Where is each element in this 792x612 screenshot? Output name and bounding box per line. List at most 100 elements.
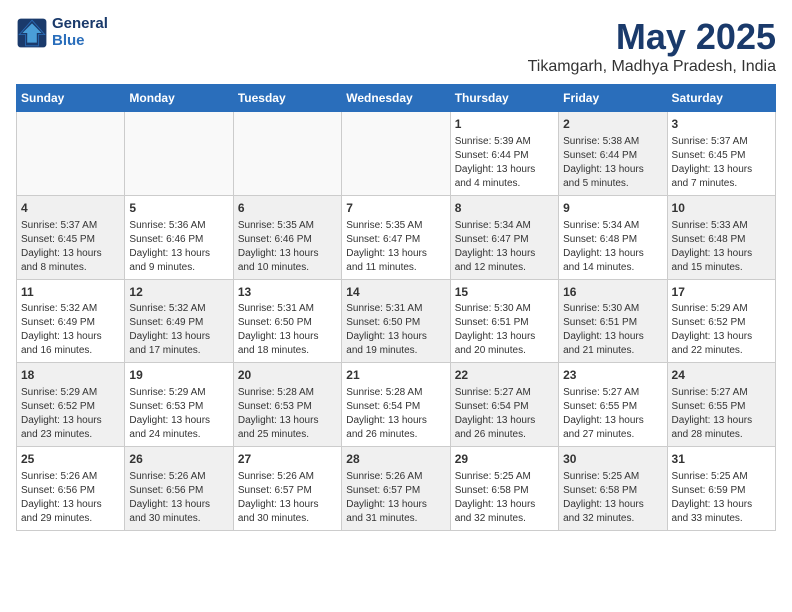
calendar-cell: 18 Sunrise: 5:29 AM Sunset: 6:52 PM Dayli… xyxy=(17,363,125,447)
day-info: Sunrise: 5:27 AM Sunset: 6:54 PM Dayligh… xyxy=(455,386,554,442)
weekday-header-sunday: Sunday xyxy=(17,85,125,112)
calendar-week-4: 18 Sunrise: 5:29 AM Sunset: 6:52 PM Dayli… xyxy=(17,363,776,447)
weekday-header-friday: Friday xyxy=(559,85,667,112)
calendar-cell: 23Sunrise: 5:27 AM Sunset: 6:55 PM Dayli… xyxy=(559,363,667,447)
day-info: Sunrise: 5:37 AM Sunset: 6:45 PM Dayligh… xyxy=(21,219,120,275)
weekday-header-saturday: Saturday xyxy=(667,85,775,112)
calendar-week-5: 25 Sunrise: 5:26 AM Sunset: 6:56 PM Dayli… xyxy=(17,447,776,531)
day-info: Sunrise: 5:35 AM Sunset: 6:46 PM Dayligh… xyxy=(238,219,337,275)
day-number: 4 xyxy=(21,200,120,217)
day-info: Sunrise: 5:34 AM Sunset: 6:47 PM Dayligh… xyxy=(455,219,554,275)
weekday-header-wednesday: Wednesday xyxy=(342,85,450,112)
day-info: Sunrise: 5:28 AM Sunset: 6:54 PM Dayligh… xyxy=(346,386,445,442)
day-info: Sunrise: 5:38 AM Sunset: 6:44 PM Dayligh… xyxy=(563,135,662,191)
calendar-cell: 27Sunrise: 5:26 AM Sunset: 6:57 PM Dayli… xyxy=(233,447,341,531)
day-info: Sunrise: 5:25 AM Sunset: 6:59 PM Dayligh… xyxy=(672,470,771,526)
logo-icon xyxy=(16,17,48,49)
calendar-cell: 2 Sunrise: 5:38 AM Sunset: 6:44 PM Daylig… xyxy=(559,112,667,196)
logo-text: General Blue xyxy=(52,16,108,49)
calendar-cell: 7 Sunrise: 5:35 AM Sunset: 6:47 PM Daylig… xyxy=(342,195,450,279)
day-number: 3 xyxy=(672,116,771,133)
logo: General Blue xyxy=(16,16,108,49)
calendar-cell: 11Sunrise: 5:32 AM Sunset: 6:49 PM Dayli… xyxy=(17,279,125,363)
day-info: Sunrise: 5:29 AM Sunset: 6:52 PM Dayligh… xyxy=(21,386,120,442)
day-number: 26 xyxy=(129,451,228,468)
calendar-cell: 22 Sunrise: 5:27 AM Sunset: 6:54 PM Dayli… xyxy=(450,363,558,447)
day-info: Sunrise: 5:31 AM Sunset: 6:50 PM Dayligh… xyxy=(346,302,445,358)
calendar-cell: 1 Sunrise: 5:39 AM Sunset: 6:44 PM Daylig… xyxy=(450,112,558,196)
day-number: 30 xyxy=(563,451,662,468)
calendar-cell: 5Sunrise: 5:36 AM Sunset: 6:46 PM Daylig… xyxy=(125,195,233,279)
day-number: 6 xyxy=(238,200,337,217)
day-number: 25 xyxy=(21,451,120,468)
day-number: 7 xyxy=(346,200,445,217)
day-info: Sunrise: 5:33 AM Sunset: 6:48 PM Dayligh… xyxy=(672,219,771,275)
calendar-cell: 29 Sunrise: 5:25 AM Sunset: 6:58 PM Dayli… xyxy=(450,447,558,531)
day-info: Sunrise: 5:27 AM Sunset: 6:55 PM Dayligh… xyxy=(672,386,771,442)
calendar-cell: 4 Sunrise: 5:37 AM Sunset: 6:45 PM Daylig… xyxy=(17,195,125,279)
calendar-cell: 14Sunrise: 5:31 AM Sunset: 6:50 PM Dayli… xyxy=(342,279,450,363)
day-number: 19 xyxy=(129,367,228,384)
day-number: 20 xyxy=(238,367,337,384)
day-number: 5 xyxy=(129,200,228,217)
day-number: 8 xyxy=(455,200,554,217)
weekday-header-row: SundayMondayTuesdayWednesdayThursdayFrid… xyxy=(17,85,776,112)
day-number: 15 xyxy=(455,284,554,301)
logo-general: General xyxy=(52,15,108,32)
calendar-cell: 24Sunrise: 5:27 AM Sunset: 6:55 PM Dayli… xyxy=(667,363,775,447)
logo-blue: Blue xyxy=(52,32,85,49)
calendar-cell: 20 Sunrise: 5:28 AM Sunset: 6:53 PM Dayli… xyxy=(233,363,341,447)
day-info: Sunrise: 5:26 AM Sunset: 6:56 PM Dayligh… xyxy=(129,470,228,526)
calendar-cell: 8 Sunrise: 5:34 AM Sunset: 6:47 PM Daylig… xyxy=(450,195,558,279)
day-info: Sunrise: 5:39 AM Sunset: 6:44 PM Dayligh… xyxy=(455,135,554,191)
calendar-table: SundayMondayTuesdayWednesdayThursdayFrid… xyxy=(16,84,776,531)
calendar-cell xyxy=(125,112,233,196)
calendar-cell: 10 Sunrise: 5:33 AM Sunset: 6:48 PM Dayli… xyxy=(667,195,775,279)
day-number: 17 xyxy=(672,284,771,301)
calendar-week-3: 11Sunrise: 5:32 AM Sunset: 6:49 PM Dayli… xyxy=(17,279,776,363)
day-number: 31 xyxy=(672,451,771,468)
weekday-header-monday: Monday xyxy=(125,85,233,112)
day-info: Sunrise: 5:37 AM Sunset: 6:45 PM Dayligh… xyxy=(672,135,771,191)
weekday-header-tuesday: Tuesday xyxy=(233,85,341,112)
day-info: Sunrise: 5:26 AM Sunset: 6:57 PM Dayligh… xyxy=(346,470,445,526)
month-title: May 2025 xyxy=(528,16,776,58)
calendar-cell: 13Sunrise: 5:31 AM Sunset: 6:50 PM Dayli… xyxy=(233,279,341,363)
calendar-cell xyxy=(233,112,341,196)
weekday-header-thursday: Thursday xyxy=(450,85,558,112)
day-info: Sunrise: 5:34 AM Sunset: 6:48 PM Dayligh… xyxy=(563,219,662,275)
calendar-cell: 6 Sunrise: 5:35 AM Sunset: 6:46 PM Daylig… xyxy=(233,195,341,279)
day-number: 13 xyxy=(238,284,337,301)
calendar-week-2: 4 Sunrise: 5:37 AM Sunset: 6:45 PM Daylig… xyxy=(17,195,776,279)
day-info: Sunrise: 5:29 AM Sunset: 6:52 PM Dayligh… xyxy=(672,302,771,358)
day-info: Sunrise: 5:28 AM Sunset: 6:53 PM Dayligh… xyxy=(238,386,337,442)
day-number: 16 xyxy=(563,284,662,301)
day-number: 22 xyxy=(455,367,554,384)
day-number: 14 xyxy=(346,284,445,301)
day-number: 2 xyxy=(563,116,662,133)
calendar-cell: 12Sunrise: 5:32 AM Sunset: 6:49 PM Dayli… xyxy=(125,279,233,363)
day-info: Sunrise: 5:32 AM Sunset: 6:49 PM Dayligh… xyxy=(21,302,120,358)
day-info: Sunrise: 5:26 AM Sunset: 6:56 PM Dayligh… xyxy=(21,470,120,526)
day-info: Sunrise: 5:35 AM Sunset: 6:47 PM Dayligh… xyxy=(346,219,445,275)
calendar-cell: 15Sunrise: 5:30 AM Sunset: 6:51 PM Dayli… xyxy=(450,279,558,363)
day-info: Sunrise: 5:25 AM Sunset: 6:58 PM Dayligh… xyxy=(455,470,554,526)
day-info: Sunrise: 5:29 AM Sunset: 6:53 PM Dayligh… xyxy=(129,386,228,442)
day-number: 11 xyxy=(21,284,120,301)
calendar-cell xyxy=(342,112,450,196)
day-number: 1 xyxy=(455,116,554,133)
day-number: 29 xyxy=(455,451,554,468)
day-number: 10 xyxy=(672,200,771,217)
calendar-cell: 21 Sunrise: 5:28 AM Sunset: 6:54 PM Dayli… xyxy=(342,363,450,447)
day-info: Sunrise: 5:32 AM Sunset: 6:49 PM Dayligh… xyxy=(129,302,228,358)
calendar-cell: 26 Sunrise: 5:26 AM Sunset: 6:56 PM Dayli… xyxy=(125,447,233,531)
calendar-cell: 31 Sunrise: 5:25 AM Sunset: 6:59 PM Dayli… xyxy=(667,447,775,531)
day-number: 21 xyxy=(346,367,445,384)
day-number: 27 xyxy=(238,451,337,468)
day-info: Sunrise: 5:31 AM Sunset: 6:50 PM Dayligh… xyxy=(238,302,337,358)
day-info: Sunrise: 5:25 AM Sunset: 6:58 PM Dayligh… xyxy=(563,470,662,526)
day-number: 23 xyxy=(563,367,662,384)
calendar-cell: 30 Sunrise: 5:25 AM Sunset: 6:58 PM Dayli… xyxy=(559,447,667,531)
day-number: 18 xyxy=(21,367,120,384)
day-number: 9 xyxy=(563,200,662,217)
